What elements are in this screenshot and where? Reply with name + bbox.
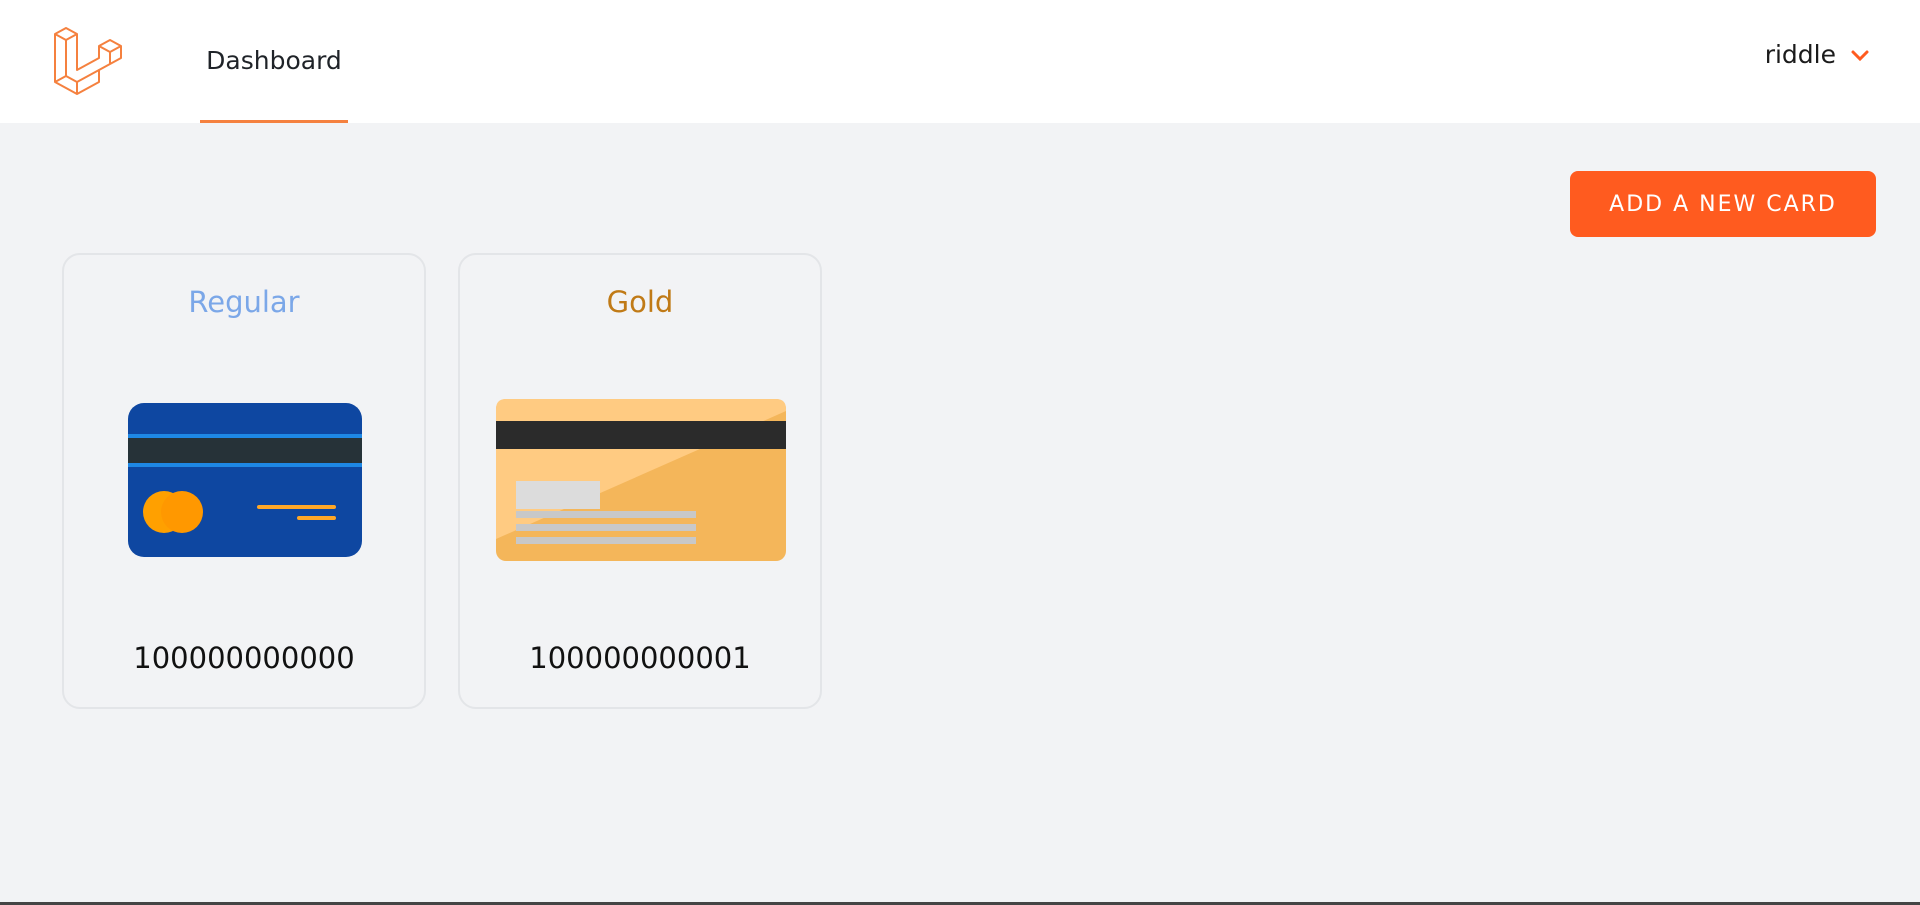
blue-credit-card-icon: [128, 403, 362, 557]
top-navigation: Dashboard riddle: [0, 0, 1920, 123]
card-gold[interactable]: Gold 100000000001: [458, 253, 822, 709]
tab-dashboard-label: Dashboard: [206, 45, 342, 75]
laravel-logo-icon[interactable]: [52, 26, 122, 96]
card-number: 100000000000: [133, 641, 355, 675]
gold-credit-card-icon: [496, 399, 786, 561]
user-menu[interactable]: riddle: [1765, 40, 1870, 69]
add-new-card-button[interactable]: ADD A NEW CARD: [1570, 171, 1876, 237]
user-name: riddle: [1764, 40, 1836, 69]
card-number: 100000000001: [529, 641, 751, 675]
card-type-label: Gold: [606, 285, 674, 319]
add-new-card-label: ADD A NEW CARD: [1609, 191, 1837, 217]
chevron-down-icon: [1851, 50, 1869, 61]
card-type-label: Regular: [188, 285, 300, 319]
tab-dashboard[interactable]: Dashboard: [200, 0, 348, 123]
card-regular[interactable]: Regular 100000000000: [62, 253, 426, 709]
